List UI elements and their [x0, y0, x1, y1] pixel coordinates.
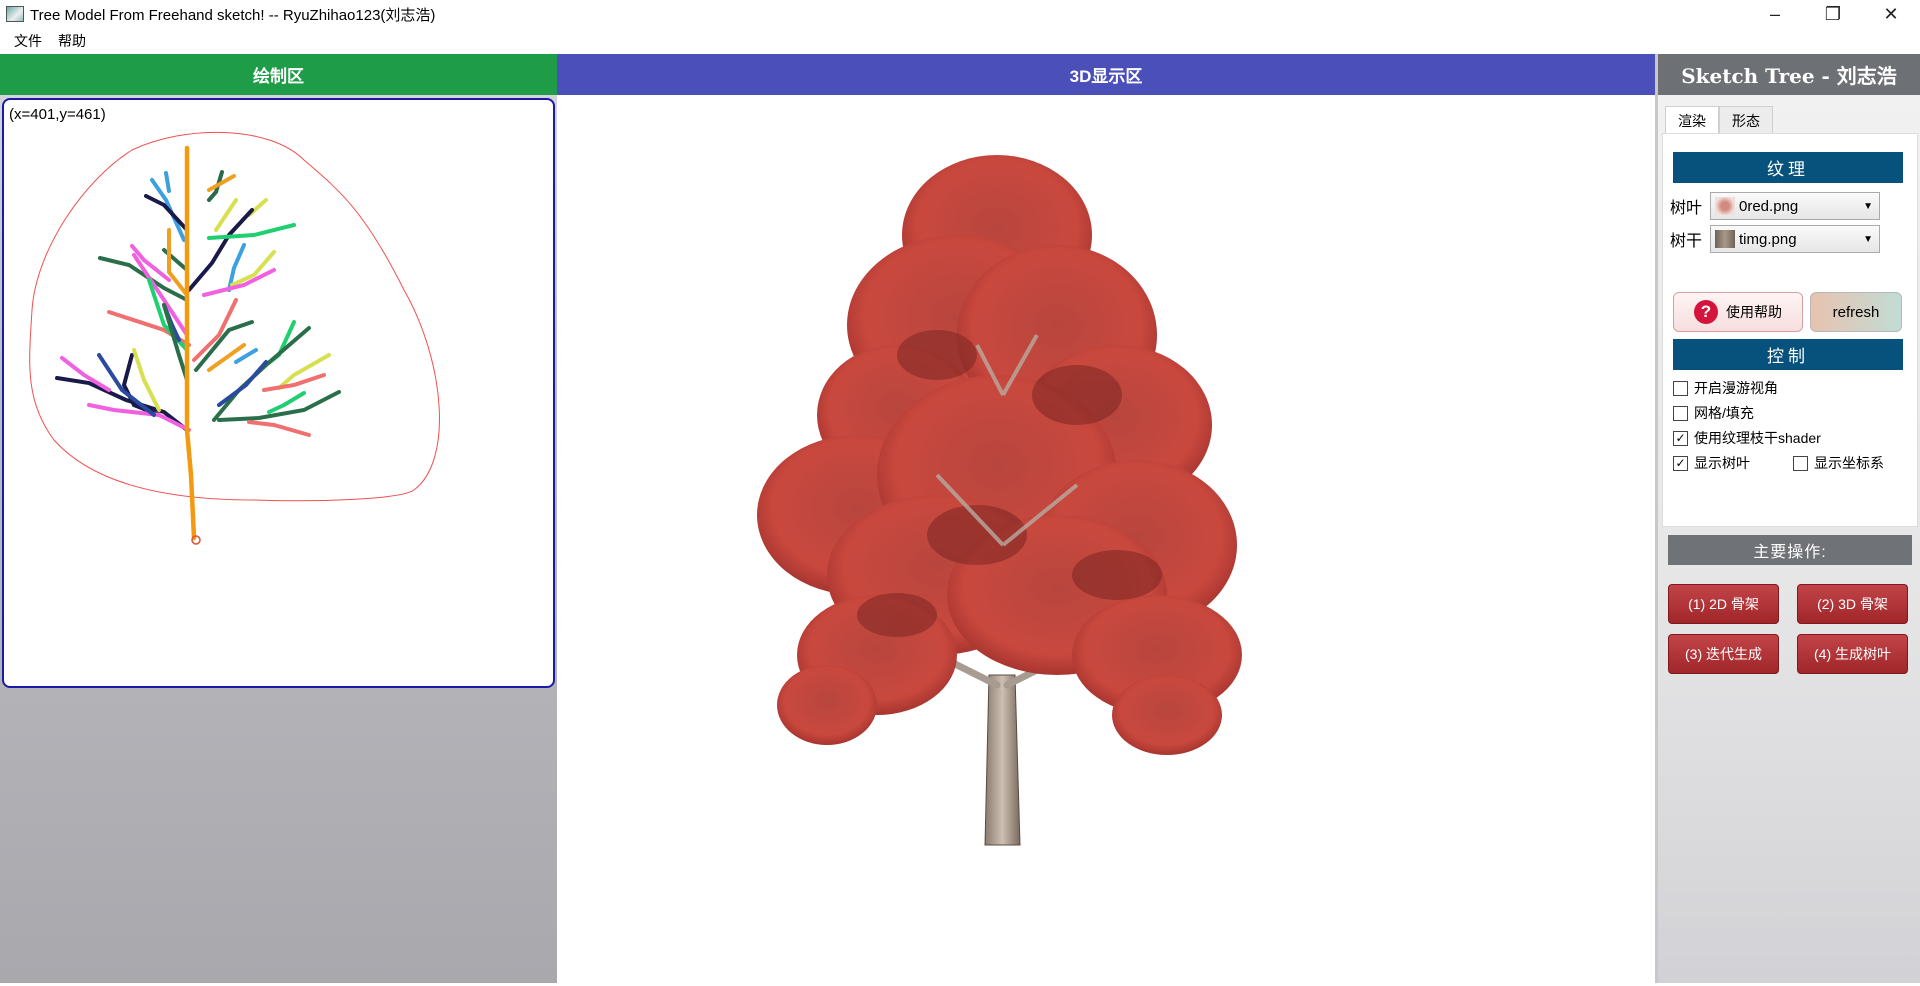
trunk-texture-select[interactable]: timg.png ▼: [1710, 225, 1880, 253]
leaf-thumbnail-icon: [1715, 197, 1735, 215]
wireframe-label: 网格/填充: [1694, 405, 1754, 421]
show-axes-checkbox[interactable]: 显示坐标系: [1793, 453, 1884, 473]
leaf-texture-row: 树叶 0red.png ▼: [1670, 192, 1880, 220]
checkmark-icon: ✓: [1673, 430, 1688, 446]
wireframe-checkbox[interactable]: 网格/填充: [1673, 403, 1754, 423]
tab-render[interactable]: 渲染: [1665, 106, 1719, 135]
refresh-button-label: refresh: [1832, 303, 1880, 321]
brand-title: Sketch Tree - 刘志浩: [1658, 54, 1920, 95]
show-leaves-label: 显示树叶: [1694, 455, 1750, 471]
leaf-texture-select[interactable]: 0red.png ▼: [1710, 192, 1880, 220]
2d-skeleton-button[interactable]: (1) 2D 骨架: [1668, 584, 1779, 624]
control-panel: Sketch Tree - 刘志浩 渲染 形态 纹理 树叶 0red.png ▼…: [1655, 54, 1920, 983]
chevron-down-icon: ▼: [1863, 201, 1873, 212]
question-icon: ?: [1694, 300, 1718, 324]
checkbox-box: [1673, 380, 1688, 396]
menu-file[interactable]: 文件: [6, 29, 50, 53]
tab-render-content: 纹理 树叶 0red.png ▼ 树干 timg.png ▼ ? 使用帮助 re…: [1662, 133, 1918, 527]
sketch-panel: 绘制区 (x=401,y=461): [0, 54, 557, 983]
trunk-label: 树干: [1670, 233, 1703, 250]
restore-icon[interactable]: ❐: [1804, 0, 1862, 28]
iterate-generate-button[interactable]: (3) 迭代生成: [1668, 634, 1779, 674]
trunk-texture-value: timg.png: [1739, 230, 1797, 248]
checkmark-icon: ✓: [1673, 455, 1688, 471]
sketch-panel-header: 绘制区: [0, 54, 557, 95]
sketch-canvas[interactable]: (x=401,y=461): [2, 98, 555, 688]
app-icon: [6, 6, 24, 22]
leaf-label: 树叶: [1670, 200, 1703, 217]
leaf-texture-value: 0red.png: [1739, 197, 1799, 215]
menu-help[interactable]: 帮助: [50, 29, 94, 53]
close-icon[interactable]: ✕: [1862, 0, 1920, 28]
control-section-title: 控制: [1673, 339, 1903, 370]
tree-render: [757, 155, 1242, 846]
help-button-label: 使用帮助: [1726, 304, 1782, 320]
window-title: Tree Model From Freehand sketch! -- RyuZ…: [30, 6, 436, 24]
show-leaves-checkbox[interactable]: ✓ 显示树叶: [1673, 453, 1750, 473]
menu-bar: 文件 帮助: [0, 28, 1920, 54]
texture-section-title: 纹理: [1673, 152, 1903, 183]
sketch-drawing: [29, 131, 440, 545]
tab-shape[interactable]: 形态: [1719, 106, 1773, 135]
crown-outline: [29, 131, 440, 502]
refresh-button[interactable]: refresh: [1810, 292, 1902, 332]
3d-render-view[interactable]: [557, 95, 1655, 983]
chevron-down-icon: ▼: [1863, 234, 1873, 245]
bark-shader-label: 使用纹理枝干shader: [1694, 430, 1821, 446]
checkbox-box: [1793, 455, 1808, 471]
show-axes-label: 显示坐标系: [1814, 455, 1884, 471]
roam-view-checkbox[interactable]: 开启漫游视角: [1673, 378, 1778, 398]
bark-shader-checkbox[interactable]: ✓ 使用纹理枝干shader: [1673, 428, 1821, 448]
checkbox-box: [1673, 405, 1688, 421]
main-ops-title: 主要操作:: [1668, 535, 1912, 565]
cursor-coords: (x=401,y=461): [9, 106, 106, 123]
minimize-icon[interactable]: –: [1746, 0, 1804, 28]
roam-view-label: 开启漫游视角: [1694, 380, 1778, 396]
trunk-thumbnail-icon: [1715, 230, 1735, 248]
generate-leaves-button[interactable]: (4) 生成树叶: [1797, 634, 1908, 674]
help-button[interactable]: ? 使用帮助: [1673, 292, 1803, 332]
render-panel-header: 3D显示区: [557, 54, 1655, 95]
trunk-texture-row: 树干 timg.png ▼: [1670, 225, 1880, 253]
3d-skeleton-button[interactable]: (2) 3D 骨架: [1797, 584, 1908, 624]
render-panel: 3D显示区: [557, 54, 1655, 983]
title-bar: Tree Model From Freehand sketch! -- RyuZ…: [0, 0, 1920, 28]
tab-bar: 渲染 形态: [1665, 106, 1773, 135]
